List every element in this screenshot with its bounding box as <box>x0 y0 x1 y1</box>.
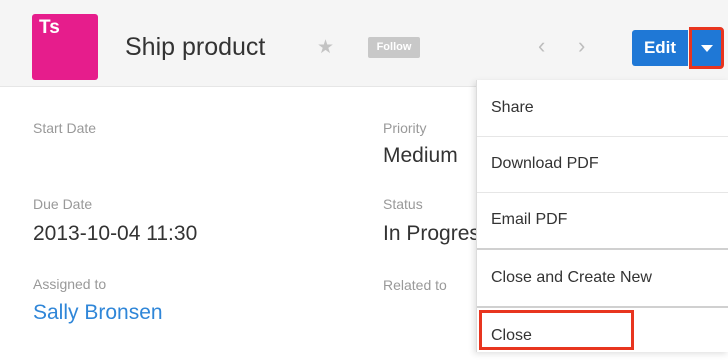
menu-item-close-and-create-new[interactable]: Close and Create New <box>477 250 728 308</box>
close-highlight-box <box>479 310 634 350</box>
right-column-fields: Priority Medium Status In Progress Relat… <box>380 86 476 352</box>
menu-item-share[interactable]: Share <box>477 80 728 137</box>
menu-item-label: Download PDF <box>491 155 599 172</box>
priority-label: Priority <box>383 120 427 136</box>
priority-value: Medium <box>383 144 458 167</box>
follow-button[interactable]: Follow <box>368 37 420 58</box>
caret-down-icon <box>701 45 713 52</box>
record-header: Ts Ship product ★ Follow ‹ › Edit <box>0 0 728 87</box>
related-to-label: Related to <box>383 277 447 293</box>
start-date-label: Start Date <box>33 120 97 136</box>
menu-item-download-pdf[interactable]: Download PDF <box>477 136 728 193</box>
menu-item-label: Share <box>491 99 534 116</box>
avatar: Ts <box>32 14 98 80</box>
assigned-to-label: Assigned to <box>33 276 107 292</box>
menu-item-email-pdf[interactable]: Email PDF <box>477 192 728 250</box>
page-title: Ship product <box>125 33 266 61</box>
chevron-right-icon[interactable]: › <box>578 33 585 59</box>
avatar-initials: Ts <box>39 17 60 38</box>
chevron-left-icon[interactable]: ‹ <box>538 33 545 59</box>
edit-button[interactable]: Edit <box>632 30 688 66</box>
due-date-label: Due Date <box>33 196 93 212</box>
menu-item-label: Email PDF <box>491 211 568 228</box>
status-label: Status <box>383 196 423 212</box>
due-date-value: 2013-10-04 11:30 <box>33 222 198 245</box>
star-icon[interactable]: ★ <box>317 36 334 59</box>
menu-item-label: Close and Create New <box>491 269 652 286</box>
status-value: In Progress <box>383 222 476 245</box>
actions-dropdown-button[interactable] <box>689 27 724 69</box>
assigned-to-link[interactable]: Sally Bronsen <box>33 301 163 325</box>
